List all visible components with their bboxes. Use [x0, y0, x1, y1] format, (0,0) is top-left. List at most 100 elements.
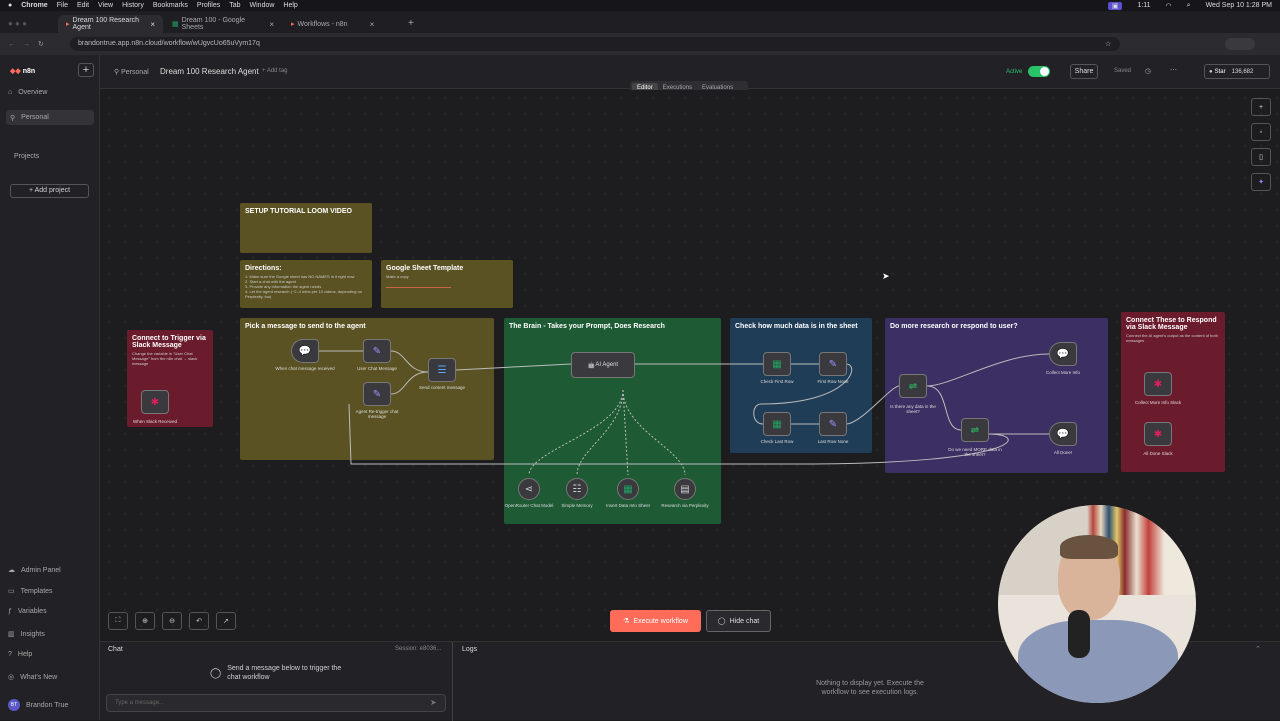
user-chat-node[interactable]: ✎: [363, 339, 391, 363]
add-project-button[interactable]: + Add project: [10, 184, 89, 198]
menu-file[interactable]: File: [57, 2, 68, 9]
fit-view-button[interactable]: ⛶: [108, 612, 128, 630]
sidebar-item-variables[interactable]: ƒ Variables: [8, 608, 47, 615]
menu-history[interactable]: History: [122, 2, 144, 9]
last-row-none-node[interactable]: ✎: [819, 412, 847, 436]
sticky-note-icon[interactable]: ▫: [1251, 123, 1271, 141]
openrouter-node[interactable]: ⋖: [518, 478, 540, 500]
sidebar-item-help[interactable]: ? Help: [8, 651, 32, 658]
browser-tab-strip: ● ● ● ▸ Dream 100 Research Agent × ▦ Dream …: [0, 11, 1280, 33]
sticky-sheet-template[interactable]: Google Sheet Template Make a copy ━━━━━━━━…: [381, 260, 513, 308]
close-icon[interactable]: ×: [370, 20, 375, 29]
node-label: User Chat Message: [357, 366, 397, 371]
traffic-lights[interactable]: ● ● ●: [8, 19, 58, 28]
sidebar-item-personal[interactable]: ⚲ Personal: [6, 110, 94, 125]
create-button[interactable]: +: [78, 63, 94, 77]
panel-icon[interactable]: ▯: [1251, 148, 1271, 166]
url-field[interactable]: brandontrue.app.n8n.cloud/workflow/wUgvc…: [70, 37, 1120, 51]
sticky-respond-slack[interactable]: Connect These to Respond via Slack Messa…: [1121, 312, 1225, 472]
new-tab-icon[interactable]: +: [408, 18, 414, 29]
is-there-data-node[interactable]: ⇌: [899, 374, 927, 398]
page-title[interactable]: Dream 100 Research Agent: [160, 67, 259, 76]
perplexity-node[interactable]: ▤: [674, 478, 696, 500]
back-icon[interactable]: ←: [8, 41, 15, 48]
sheet-link[interactable]: ━━━━━━━━━━━━━━━━━━━━━━━━━━━: [386, 285, 508, 290]
mouse-cursor-icon: ➤: [882, 271, 890, 281]
chat-input[interactable]: Type a message...: [106, 694, 446, 712]
menu-tab[interactable]: Tab: [229, 2, 240, 9]
undo-button[interactable]: ↶: [189, 612, 209, 630]
breadcrumb[interactable]: ⚲ Personal: [114, 68, 149, 76]
menu-chrome[interactable]: Chrome: [21, 2, 47, 9]
ai-sparkle-icon[interactable]: ✦: [1251, 173, 1271, 191]
panel-divider[interactable]: [452, 642, 453, 721]
close-icon[interactable]: ×: [269, 20, 274, 29]
apple-icon[interactable]: ●: [8, 2, 12, 9]
collapse-icon[interactable]: ⌃: [1255, 645, 1261, 653]
user-menu[interactable]: BT Brandon True: [8, 699, 68, 711]
check-last-row-node[interactable]: ▦: [763, 412, 791, 436]
wifi-icon[interactable]: ◠: [1166, 2, 1172, 10]
menu-bookmarks[interactable]: Bookmarks: [153, 2, 188, 9]
insert-sheet-node[interactable]: ▦: [617, 478, 639, 500]
menu-view[interactable]: View: [98, 2, 113, 9]
sidebar-item-whats-new[interactable]: ◎ What's New: [8, 673, 57, 682]
more-icon[interactable]: ⋯: [1170, 66, 1177, 74]
github-icon: ●: [1209, 68, 1213, 75]
send-icon[interactable]: ➤: [430, 698, 437, 707]
menu-profiles[interactable]: Profiles: [197, 2, 220, 9]
menu-help[interactable]: Help: [283, 2, 297, 9]
hide-chat-button[interactable]: ◯ Hide chat: [706, 610, 771, 632]
need-more-data-node[interactable]: ⇌: [961, 418, 989, 442]
reload-icon[interactable]: ↻: [38, 40, 44, 48]
agent-retrigger-node[interactable]: ✎: [363, 382, 391, 406]
collect-more-info-node[interactable]: 💬: [1049, 342, 1077, 366]
menu-window[interactable]: Window: [250, 2, 275, 9]
github-star-button[interactable]: ● Star 136,682: [1204, 64, 1270, 79]
done-slack-node[interactable]: ✱: [1144, 422, 1172, 446]
execute-workflow-button[interactable]: ⚗ Execute workflow: [610, 610, 701, 632]
zoom-in-button[interactable]: ⊕: [135, 612, 155, 630]
sticky-slack-trigger[interactable]: Connect to Trigger via Slack Message Chan…: [127, 330, 213, 427]
check-first-row-node[interactable]: ▦: [763, 352, 791, 376]
chart-icon: ▥: [8, 631, 15, 638]
close-icon[interactable]: ×: [150, 20, 155, 29]
history-icon[interactable]: ◷: [1145, 67, 1151, 75]
forward-icon[interactable]: →: [23, 41, 30, 48]
n8n-logo[interactable]: ◆◆ n8n: [10, 67, 35, 75]
menu-edit[interactable]: Edit: [77, 2, 89, 9]
zoom-out-button[interactable]: ⊖: [162, 612, 182, 630]
clock-text[interactable]: Wed Sep 10 1:28 PM: [1206, 2, 1272, 9]
profile-avatar[interactable]: [1225, 38, 1255, 50]
first-row-none-node[interactable]: ✎: [819, 352, 847, 376]
ai-agent-node[interactable]: 🤖 AI Agent: [571, 352, 635, 378]
browser-tab[interactable]: ▸ Workflows - n8n ×: [283, 15, 401, 33]
node-label: All Done Slack: [1143, 451, 1173, 456]
all-done-node[interactable]: 💬: [1049, 422, 1077, 446]
pointer-tool-button[interactable]: ➚: [216, 612, 236, 630]
active-toggle[interactable]: [1028, 66, 1050, 77]
recording-icon[interactable]: ▣: [1107, 1, 1123, 10]
add-node-button[interactable]: +: [1251, 98, 1271, 116]
sticky-directions[interactable]: Directions: 1. Make sure the Google sheet…: [240, 260, 372, 308]
sticky-tutorial-video[interactable]: SETUP TUTORIAL LOOM VIDEO: [240, 203, 372, 253]
session-id[interactable]: Session: e8036...: [395, 646, 441, 652]
bookmark-star-icon[interactable]: ☆: [1105, 40, 1111, 48]
add-tag-link[interactable]: + Add tag: [262, 68, 288, 74]
chat-trigger-node[interactable]: 💬: [291, 339, 319, 363]
bell-icon: ◎: [8, 674, 15, 681]
browser-tab[interactable]: ▦ Dream 100 - Google Sheets ×: [164, 15, 282, 33]
share-button[interactable]: Share: [1070, 64, 1098, 79]
slack-trigger-node[interactable]: ✱: [141, 390, 169, 414]
collect-slack-node[interactable]: ✱: [1144, 372, 1172, 396]
saved-status: Saved: [1114, 68, 1132, 74]
sidebar-item-overview[interactable]: ⌂ Overview: [8, 89, 47, 96]
memory-node[interactable]: ☷: [566, 478, 588, 500]
sidebar-item-templates[interactable]: ▭ Templates: [8, 587, 53, 596]
search-icon[interactable]: ⌕: [1187, 2, 1191, 10]
sticky-check-data[interactable]: Check how much data is in the sheet: [730, 318, 872, 453]
send-content-node[interactable]: ☰: [428, 358, 456, 382]
browser-tab[interactable]: ▸ Dream 100 Research Agent ×: [58, 15, 163, 33]
sidebar-item-admin-panel[interactable]: ☁ Admin Panel: [8, 566, 61, 575]
sidebar-item-insights[interactable]: ▥ Insights: [8, 630, 45, 639]
